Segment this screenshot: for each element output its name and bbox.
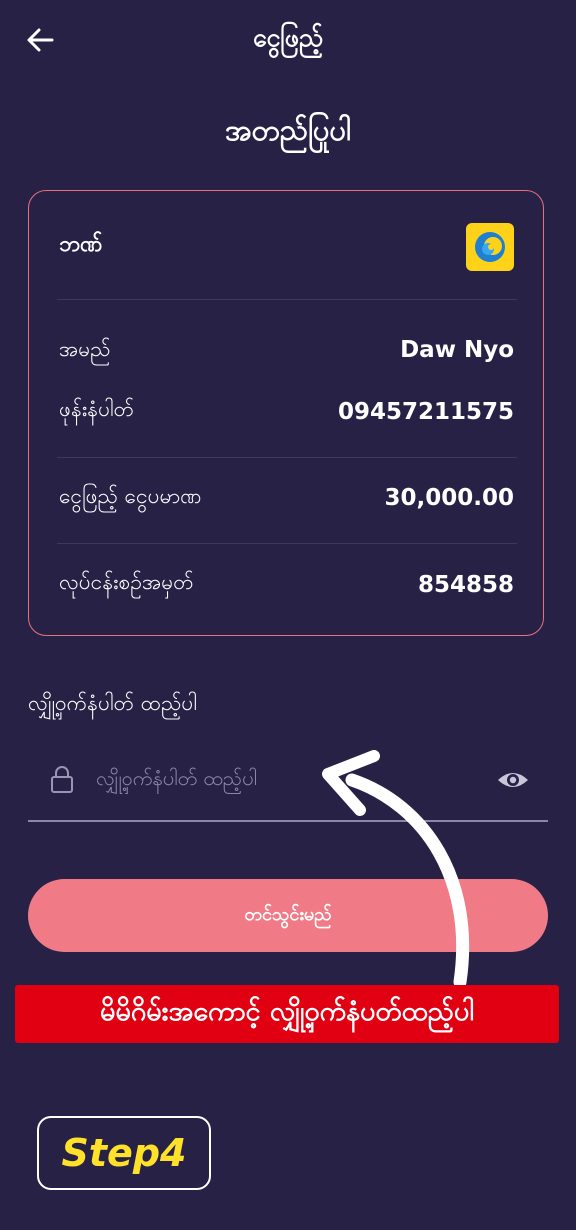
amount-value: 30,000.00 — [384, 485, 515, 511]
page-title: ငွေဖြည့် — [252, 23, 324, 52]
divider — [57, 299, 517, 300]
name-label: အမည် — [59, 337, 111, 361]
phone-value: 09457211575 — [337, 399, 514, 425]
password-label: လျှို့ဝှက်နံပါတ် ထည့်ပါ — [28, 691, 197, 715]
bank-label: ဘဏ် — [59, 232, 103, 257]
bank-logo-icon — [466, 223, 514, 271]
instruction-banner: မိမိဂိမ်းအကောင့် လျှို့ဝှက်နံပတ်ထည့်ပါ — [15, 985, 559, 1043]
curved-arrow-icon — [300, 750, 490, 1000]
transaction-id-value: 854858 — [417, 572, 514, 598]
transaction-id-label: လုပ်ငန်းစဉ်အမှတ် — [59, 570, 194, 594]
confirmation-card: ဘဏ် အမည် Daw Nyo ဖုန်းနံပါတ် 09457211575… — [28, 190, 544, 636]
divider — [57, 543, 517, 544]
phone-label: ဖုန်းနံပါတ် — [59, 397, 135, 421]
amount-label: ငွေဖြည့် ငွေပမာဏ — [59, 484, 202, 508]
divider — [57, 457, 517, 458]
lock-icon — [50, 764, 74, 794]
name-value: Daw Nyo — [400, 337, 514, 363]
eye-icon[interactable] — [496, 766, 530, 794]
step-badge: Step4 — [37, 1116, 211, 1190]
confirm-heading: အတည်ပြုပါ — [225, 113, 351, 147]
